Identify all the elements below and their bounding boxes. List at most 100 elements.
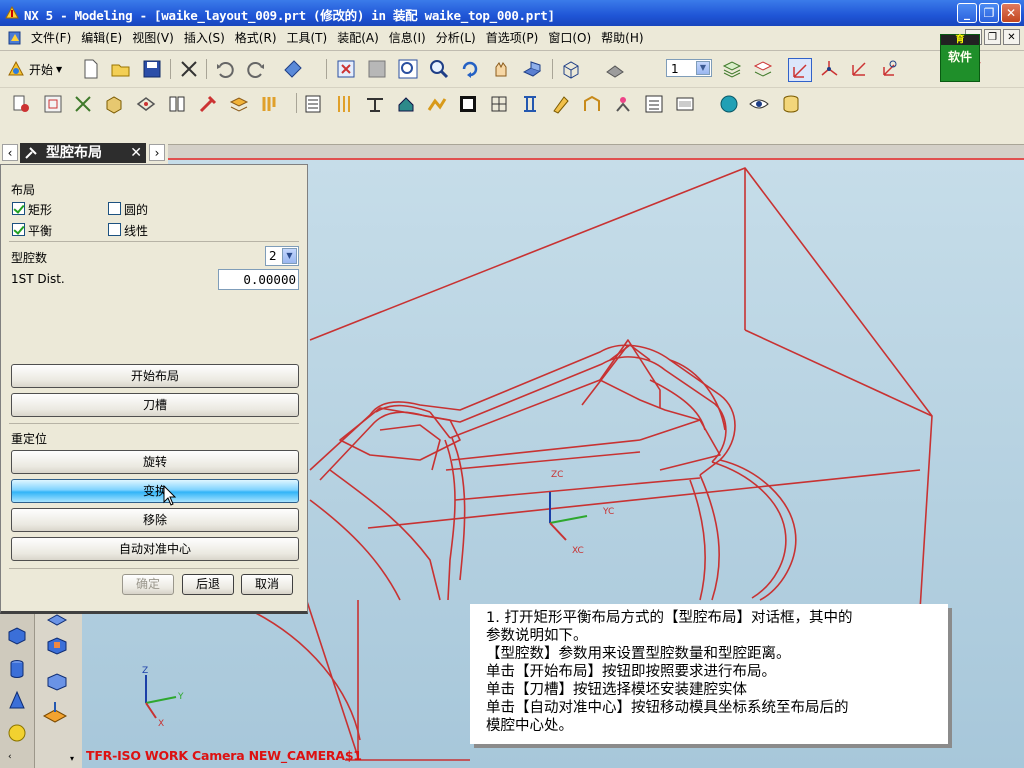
shaded-view-icon[interactable]	[521, 58, 543, 80]
zoom-window-icon[interactable]	[366, 58, 388, 80]
cooling-icon[interactable]	[488, 93, 510, 115]
cavity-count-select[interactable]: 2 ▼	[265, 246, 299, 266]
open-folder-icon[interactable]	[110, 58, 132, 80]
bom-icon[interactable]	[612, 93, 634, 115]
start-label: 开始	[29, 62, 54, 77]
fit-view-icon[interactable]	[335, 58, 357, 80]
mold-tools-sphere-icon[interactable]	[718, 93, 740, 115]
zoom-icon[interactable]	[428, 58, 450, 80]
menu-insert[interactable]: 插入(S)	[179, 30, 230, 46]
circular-checkbox[interactable]	[108, 202, 121, 215]
dialog-prev-button[interactable]: ‹	[2, 144, 18, 161]
scroll-left-arrow[interactable]: ‹	[8, 752, 12, 762]
family-mold-icon[interactable]	[166, 93, 188, 115]
dialog-next-button[interactable]: ›	[149, 144, 165, 161]
project-init-icon[interactable]	[10, 93, 32, 115]
start-layout-button[interactable]: 开始布局	[11, 364, 299, 388]
cavity-layout-icon[interactable]	[135, 93, 157, 115]
cone-feature-icon[interactable]	[6, 690, 28, 712]
dialog-title: 型腔布局	[46, 145, 102, 161]
menu-window[interactable]: 窗口(O)	[543, 30, 596, 46]
drawing-icon[interactable]	[643, 93, 665, 115]
doc-restore-button[interactable]: ❐	[984, 29, 1001, 45]
menu-view[interactable]: 视图(V)	[127, 30, 179, 46]
hole-feature-icon[interactable]	[44, 670, 70, 692]
render-style-icon[interactable]	[604, 58, 626, 80]
menu-assembly[interactable]: 装配(A)	[332, 30, 384, 46]
visibility-icon[interactable]	[748, 93, 770, 115]
redo-icon[interactable]	[245, 58, 267, 80]
rect-checkbox[interactable]	[12, 202, 25, 215]
wireframe-view-icon[interactable]	[560, 58, 582, 80]
shrinkage-icon[interactable]	[72, 93, 94, 115]
standard-part-icon[interactable]	[302, 93, 324, 115]
chevron-down-icon: ▼	[282, 248, 297, 264]
menu-help[interactable]: 帮助(H)	[596, 30, 648, 46]
minimize-button[interactable]: _	[957, 3, 977, 23]
workpiece-icon[interactable]	[103, 93, 125, 115]
rotate-icon[interactable]	[459, 58, 481, 80]
sub-insert-icon[interactable]	[395, 93, 417, 115]
mold-csys-icon[interactable]	[42, 93, 64, 115]
pocket-icon[interactable]	[581, 93, 603, 115]
parting-icon[interactable]	[228, 93, 250, 115]
sphere-feature-icon[interactable]	[6, 722, 28, 744]
electrode-icon[interactable]	[519, 93, 541, 115]
work-layer-select[interactable]: 1 ▼	[666, 59, 712, 77]
transform-button[interactable]: 变换	[11, 479, 299, 503]
dialog-close-icon[interactable]: ✕	[130, 143, 142, 163]
wcs-dynamics-icon[interactable]	[788, 58, 812, 82]
mold-base-icon[interactable]	[259, 93, 281, 115]
cylinder-feature-icon[interactable]	[6, 658, 28, 680]
wcs-origin-icon[interactable]	[818, 58, 840, 80]
gate-icon[interactable]	[426, 93, 448, 115]
selection-filter-icon[interactable]	[282, 58, 304, 80]
database-icon[interactable]	[780, 93, 802, 115]
extrude-feature-icon[interactable]	[40, 700, 74, 724]
auto-center-button[interactable]: 自动对准中心	[11, 537, 299, 561]
delete-icon[interactable]	[178, 58, 200, 80]
maximize-button[interactable]: ❐	[979, 3, 999, 23]
wcs-orient-icon[interactable]	[878, 58, 900, 80]
zoom-region-icon[interactable]	[397, 58, 419, 80]
close-button[interactable]: ✕	[1001, 3, 1021, 23]
block-feature-icon[interactable]	[6, 624, 28, 646]
pin-icon[interactable]	[24, 146, 38, 160]
layer-settings-icon[interactable]	[721, 58, 743, 80]
menu-tools[interactable]: 工具(T)	[282, 30, 333, 46]
save-icon[interactable]	[141, 58, 163, 80]
mold-tools-icon[interactable]	[197, 93, 219, 115]
ok-button[interactable]: 确定	[122, 574, 174, 595]
pocket-button[interactable]: 刀槽	[11, 393, 299, 417]
move-to-layer-icon[interactable]	[752, 58, 774, 80]
scroll-down-arrow[interactable]: ▾	[70, 754, 74, 763]
abs-y-label: Y	[177, 692, 184, 702]
linear-checkbox[interactable]	[108, 223, 121, 236]
wcs-rotate-icon[interactable]	[848, 58, 870, 80]
pan-icon[interactable]	[490, 58, 512, 80]
menu-information[interactable]: 信息(I)	[384, 30, 431, 46]
first-dist-input[interactable]: 0.00000	[218, 269, 299, 290]
menu-format[interactable]: 格式(R)	[230, 30, 282, 46]
menu-edit[interactable]: 编辑(E)	[76, 30, 127, 46]
cancel-button[interactable]: 取消	[241, 574, 293, 595]
menu-file[interactable]: 文件(F)	[26, 30, 76, 46]
boss-feature-icon[interactable]	[44, 634, 70, 656]
doc-close-button[interactable]: ✕	[1003, 29, 1020, 45]
new-file-icon[interactable]	[80, 58, 102, 80]
wcs-xc-label: XC	[572, 546, 584, 556]
view-manager-icon[interactable]	[674, 93, 696, 115]
start-button[interactable]: 开始 ▼	[6, 58, 62, 80]
rotate-button[interactable]: 旋转	[11, 450, 299, 474]
undo-icon[interactable]	[214, 58, 236, 80]
runner-icon[interactable]	[457, 93, 479, 115]
menu-analysis[interactable]: 分析(L)	[431, 30, 481, 46]
ejector-pin-icon[interactable]	[333, 93, 355, 115]
remove-button[interactable]: 移除	[11, 508, 299, 532]
balanced-checkbox[interactable]	[12, 223, 25, 236]
trim-mold-icon[interactable]	[550, 93, 572, 115]
dialog-title-bar[interactable]: 型腔布局 ✕	[20, 143, 146, 163]
menu-preferences[interactable]: 首选项(P)	[481, 30, 544, 46]
slider-lifter-icon[interactable]	[364, 93, 386, 115]
back-button[interactable]: 后退	[182, 574, 234, 595]
